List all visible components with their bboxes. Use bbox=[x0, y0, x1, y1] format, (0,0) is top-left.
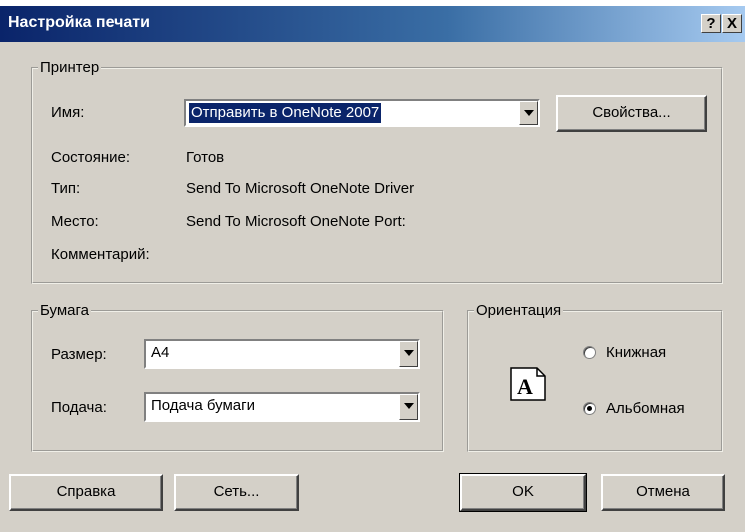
page-orientation-icon: A bbox=[510, 367, 546, 401]
ok-button[interactable]: OK bbox=[459, 473, 587, 512]
help-icon[interactable]: ? bbox=[701, 14, 721, 33]
chevron-down-icon[interactable] bbox=[399, 394, 418, 420]
status-value: Готов bbox=[186, 149, 225, 166]
type-label: Тип: bbox=[51, 180, 81, 197]
close-icon[interactable]: X bbox=[722, 14, 742, 33]
paper-source-select[interactable]: Подача бумаги bbox=[144, 392, 420, 422]
status-label: Состояние: bbox=[51, 149, 131, 166]
printer-name-select[interactable]: Отправить в OneNote 2007 bbox=[184, 99, 540, 127]
printer-name-label: Имя: bbox=[51, 104, 85, 121]
orientation-group: Ориентация bbox=[467, 302, 723, 452]
printer-group-label: Принтер bbox=[40, 59, 100, 76]
cancel-button[interactable]: Отмена bbox=[601, 474, 725, 511]
chevron-down-icon[interactable] bbox=[519, 101, 538, 125]
where-label: Место: bbox=[51, 213, 99, 230]
properties-button[interactable]: Свойства... bbox=[556, 95, 707, 132]
landscape-radio[interactable] bbox=[583, 402, 596, 415]
landscape-label[interactable]: Альбомная bbox=[606, 400, 685, 418]
printer-name-value: Отправить в OneNote 2007 bbox=[189, 103, 382, 123]
where-value: Send To Microsoft OneNote Port: bbox=[186, 213, 406, 230]
paper-size-select[interactable]: A4 bbox=[144, 339, 420, 369]
chevron-down-icon[interactable] bbox=[399, 341, 418, 367]
paper-source-value: Подача бумаги bbox=[151, 397, 255, 414]
title-bar: Настройка печати ? X bbox=[0, 6, 745, 42]
window-title: Настройка печати bbox=[8, 14, 150, 31]
type-value: Send To Microsoft OneNote Driver bbox=[186, 180, 415, 197]
network-button[interactable]: Сеть... bbox=[174, 474, 299, 511]
paper-size-label: Размер: bbox=[51, 346, 107, 363]
comment-label: Комментарий: bbox=[51, 246, 150, 263]
page-orientation-letter: A bbox=[517, 374, 533, 399]
help-button[interactable]: Справка bbox=[9, 474, 163, 511]
portrait-label[interactable]: Книжная bbox=[606, 344, 666, 362]
paper-source-label: Подача: bbox=[51, 399, 107, 416]
paper-group: Бумага bbox=[31, 302, 444, 452]
portrait-radio[interactable] bbox=[583, 346, 596, 359]
paper-size-value: A4 bbox=[151, 344, 170, 361]
paper-group-label: Бумага bbox=[40, 302, 89, 319]
orientation-group-label: Ориентация bbox=[476, 302, 562, 319]
